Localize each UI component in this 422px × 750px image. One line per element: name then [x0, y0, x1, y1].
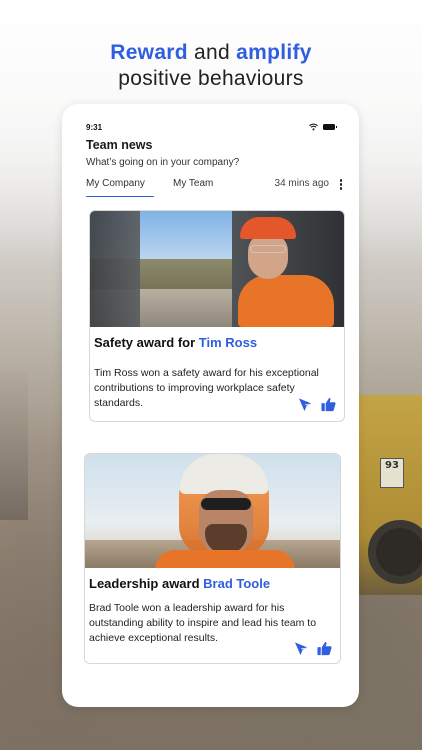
- status-icons: [309, 123, 337, 131]
- thumbs-up-icon[interactable]: [321, 397, 336, 412]
- page-subtitle: What’s going on in your company?: [86, 157, 240, 168]
- thumbs-up-icon[interactable]: [317, 641, 332, 656]
- tab-bar: My Company My Team 34 mins ago: [86, 177, 345, 197]
- tab-my-company[interactable]: My Company: [86, 177, 154, 197]
- headline: Reward and amplify positive behaviours: [0, 40, 422, 92]
- news-card[interactable]: Safety award for Tim Ross Tim Ross won a…: [89, 210, 345, 422]
- status-time: 9:31: [86, 122, 103, 132]
- phone-screen: 9:31 Team news What’s going on in your c…: [62, 104, 359, 707]
- news-card[interactable]: Leadership award Brad Toole Brad Toole w…: [84, 453, 341, 664]
- award-label: Safety award for: [94, 335, 199, 350]
- send-icon[interactable]: [298, 397, 313, 412]
- headline-line1: Reward and amplify: [0, 40, 422, 66]
- updated-time-label: 34 mins ago: [274, 178, 329, 189]
- news-card-title: Safety award for Tim Ross: [94, 335, 336, 350]
- send-icon[interactable]: [294, 641, 309, 656]
- person-name-link[interactable]: Tim Ross: [199, 335, 257, 350]
- more-options-icon[interactable]: [337, 178, 345, 191]
- tab-my-team[interactable]: My Team: [173, 177, 213, 197]
- person-name-link[interactable]: Brad Toole: [203, 576, 270, 591]
- battery-icon: [323, 124, 337, 130]
- news-card-actions: [298, 397, 336, 412]
- news-card-photo: [90, 211, 344, 327]
- headline-reward: Reward: [110, 41, 188, 64]
- award-label: Leadership award: [89, 576, 204, 591]
- status-bar: 9:31: [86, 121, 337, 133]
- news-card-title: Leadership award Brad Toole: [89, 576, 332, 591]
- news-card-photo: [85, 454, 340, 568]
- page-title: Team news: [86, 138, 153, 152]
- headline-and: and: [187, 41, 237, 64]
- wifi-icon: [309, 123, 318, 131]
- headline-line2: positive behaviours: [118, 67, 304, 90]
- truck-number: 93: [380, 458, 404, 488]
- news-card-body: Brad Toole won a leadership award for hi…: [89, 602, 317, 644]
- headline-amplify: amplify: [236, 41, 312, 64]
- news-card-actions: [294, 641, 332, 656]
- background-machine: [0, 370, 28, 520]
